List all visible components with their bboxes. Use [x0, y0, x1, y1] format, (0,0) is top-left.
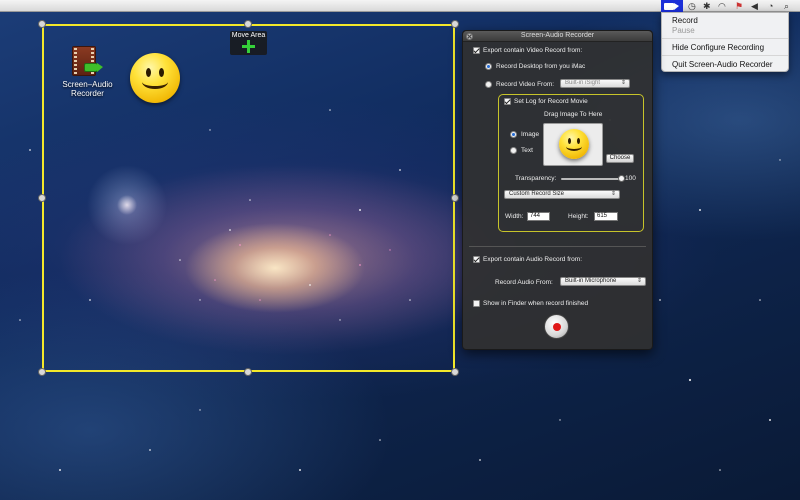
record-video-from-radio[interactable]: [485, 81, 492, 88]
menu-item-quit[interactable]: Quit Screen-Audio Recorder: [672, 60, 773, 69]
choose-button[interactable]: Choose: [606, 154, 634, 163]
move-area-handle[interactable]: Move Area: [230, 31, 267, 55]
time-machine-icon[interactable]: ◷: [688, 1, 696, 11]
export-audio-label: Export contain Audio Record from:: [483, 256, 582, 263]
record-size-select[interactable]: Custom Record Size ⇕: [504, 190, 620, 199]
audio-source-value: Built-in Microphone: [565, 278, 617, 284]
menu-item-hide-configure[interactable]: Hide Configure Recording: [672, 43, 764, 52]
export-audio-checkbox[interactable]: [473, 256, 480, 263]
set-log-label: Set Log for Record Movie: [514, 98, 588, 105]
log-image-radio[interactable]: [510, 131, 517, 138]
spotlight-icon[interactable]: ⌕: [784, 1, 789, 11]
export-video-label: Export contain Video Record from:: [483, 47, 583, 54]
panel-divider: [469, 246, 646, 247]
resize-handle-top-left[interactable]: [38, 20, 46, 28]
popup-arrows-icon: ⇕: [620, 80, 626, 86]
bluetooth-icon[interactable]: ✱: [703, 1, 711, 11]
record-audio-from-label: Record Audio From:: [495, 279, 553, 286]
record-dot-icon: [553, 323, 561, 331]
transparency-label: Transparency:: [515, 175, 557, 182]
log-text-radio[interactable]: [510, 147, 517, 154]
menu-item-pause: Pause: [672, 26, 695, 35]
capture-area-frame[interactable]: [42, 24, 455, 372]
record-desktop-radio[interactable]: [485, 63, 492, 70]
video-source-value: Built-in iSight: [565, 80, 601, 86]
video-source-select[interactable]: Built-in iSight ⇕: [560, 79, 630, 88]
log-image-label: Image: [521, 131, 540, 138]
transparency-value: 100: [625, 175, 636, 182]
height-field[interactable]: 615: [594, 212, 618, 221]
show-in-finder-label: Show in Finder when record finished: [483, 300, 589, 307]
resize-handle-bottom-right[interactable]: [451, 368, 459, 376]
record-desktop-label: Record Desktop from you iMac: [496, 63, 586, 70]
recorder-panel: Screen-Audio Recorder Export contain Vid…: [462, 30, 653, 350]
resize-handle-right[interactable]: [451, 194, 459, 202]
smiley-log-image: [559, 129, 589, 159]
flag-icon[interactable]: ⚑: [735, 1, 743, 11]
resize-handle-top-right[interactable]: [451, 20, 459, 28]
record-video-from-label: Record Video From:: [496, 81, 555, 88]
screen-audio-recorder-menu-icon[interactable]: [661, 0, 683, 12]
log-text-label: Text: [521, 147, 533, 154]
menu-separator: [662, 55, 788, 56]
record-button[interactable]: [544, 314, 569, 339]
drag-image-label: Drag Image To Here: [544, 111, 603, 118]
panel-title: Screen-Audio Recorder: [520, 32, 595, 39]
transparency-slider-knob[interactable]: [618, 175, 625, 182]
popup-arrows-icon: ⇕: [610, 191, 616, 197]
resize-handle-left[interactable]: [38, 194, 46, 202]
resize-handle-bottom[interactable]: [244, 368, 252, 376]
move-plus-icon: [242, 40, 255, 53]
menu-bar: ◷ ✱ ◠ ⚑ ◀ ◔ ⌕: [0, 0, 800, 12]
volume-icon[interactable]: ◀: [751, 1, 758, 11]
audio-source-select[interactable]: Built-in Microphone ⇕: [560, 277, 646, 286]
popup-arrows-icon: ⇕: [636, 278, 642, 284]
menu-item-record[interactable]: Record: [672, 16, 698, 25]
width-label: Width:: [505, 213, 524, 220]
height-label: Height:: [568, 213, 589, 220]
export-video-checkbox[interactable]: [473, 47, 480, 54]
menu-separator: [662, 38, 788, 39]
clock-icon[interactable]: ◔: [768, 1, 773, 11]
resize-handle-bottom-left[interactable]: [38, 368, 46, 376]
resize-handle-top[interactable]: [244, 20, 252, 28]
show-in-finder-checkbox[interactable]: [473, 300, 480, 307]
transparency-slider-track[interactable]: [561, 178, 621, 180]
move-area-label: Move Area: [231, 32, 266, 39]
set-log-checkbox[interactable]: [504, 98, 511, 105]
panel-titlebar[interactable]: Screen-Audio Recorder: [463, 31, 652, 42]
image-drop-well[interactable]: [543, 123, 603, 166]
wifi-icon[interactable]: ◠: [718, 1, 726, 11]
record-size-value: Custom Record Size: [509, 191, 565, 197]
width-field[interactable]: 744: [527, 212, 550, 221]
status-menu: Record Pause Hide Configure Recording Qu…: [661, 12, 789, 72]
